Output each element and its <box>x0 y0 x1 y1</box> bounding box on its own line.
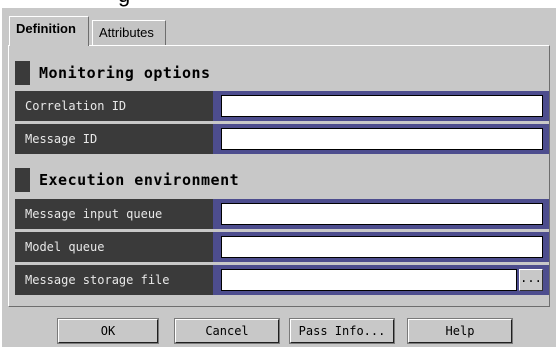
help-button[interactable]: Help <box>407 318 513 344</box>
message-id-input[interactable] <box>221 128 543 150</box>
pass-info-button[interactable]: Pass Info... <box>289 318 395 344</box>
section-title: Execution environment <box>39 171 240 189</box>
field-frame <box>213 232 549 262</box>
field-label: Message storage file <box>15 265 213 295</box>
message-storage-file-row: Message storage file ... <box>15 265 549 295</box>
browse-button[interactable]: ... <box>519 269 543 291</box>
section-title: Monitoring options <box>39 64 211 82</box>
dialog-window: Definition Attributes Monitoring options… <box>2 8 556 347</box>
field-frame <box>213 124 549 154</box>
section-marker <box>15 61 30 85</box>
field-frame <box>213 199 549 229</box>
cropped-heading-text: g <box>118 0 130 8</box>
field-label: Correlation ID <box>15 91 213 121</box>
cancel-button[interactable]: Cancel <box>174 318 280 344</box>
field-frame <box>213 91 549 121</box>
monitoring-options-section: Monitoring options <box>15 60 545 86</box>
section-marker <box>15 168 30 192</box>
correlation-id-input[interactable] <box>221 95 543 117</box>
field-label: Message ID <box>15 124 213 154</box>
execution-environment-section: Execution environment <box>15 167 545 193</box>
message-input-queue-input[interactable] <box>221 203 543 225</box>
field-label: Message input queue <box>15 199 213 229</box>
tab-attributes[interactable]: Attributes <box>92 20 166 46</box>
model-queue-row: Model queue <box>15 232 549 262</box>
field-label: Model queue <box>15 232 213 262</box>
field-frame: ... <box>213 265 549 295</box>
correlation-id-row: Correlation ID <box>15 91 549 121</box>
cropped-page-heading: g <box>0 0 558 8</box>
model-queue-input[interactable] <box>221 236 543 258</box>
message-storage-file-input[interactable] <box>221 269 517 291</box>
ok-button[interactable]: OK <box>57 318 159 344</box>
tab-definition[interactable]: Definition <box>9 16 89 46</box>
definition-panel: Monitoring options Correlation ID Messag… <box>8 45 550 307</box>
message-id-row: Message ID <box>15 124 549 154</box>
message-input-queue-row: Message input queue <box>15 199 549 229</box>
